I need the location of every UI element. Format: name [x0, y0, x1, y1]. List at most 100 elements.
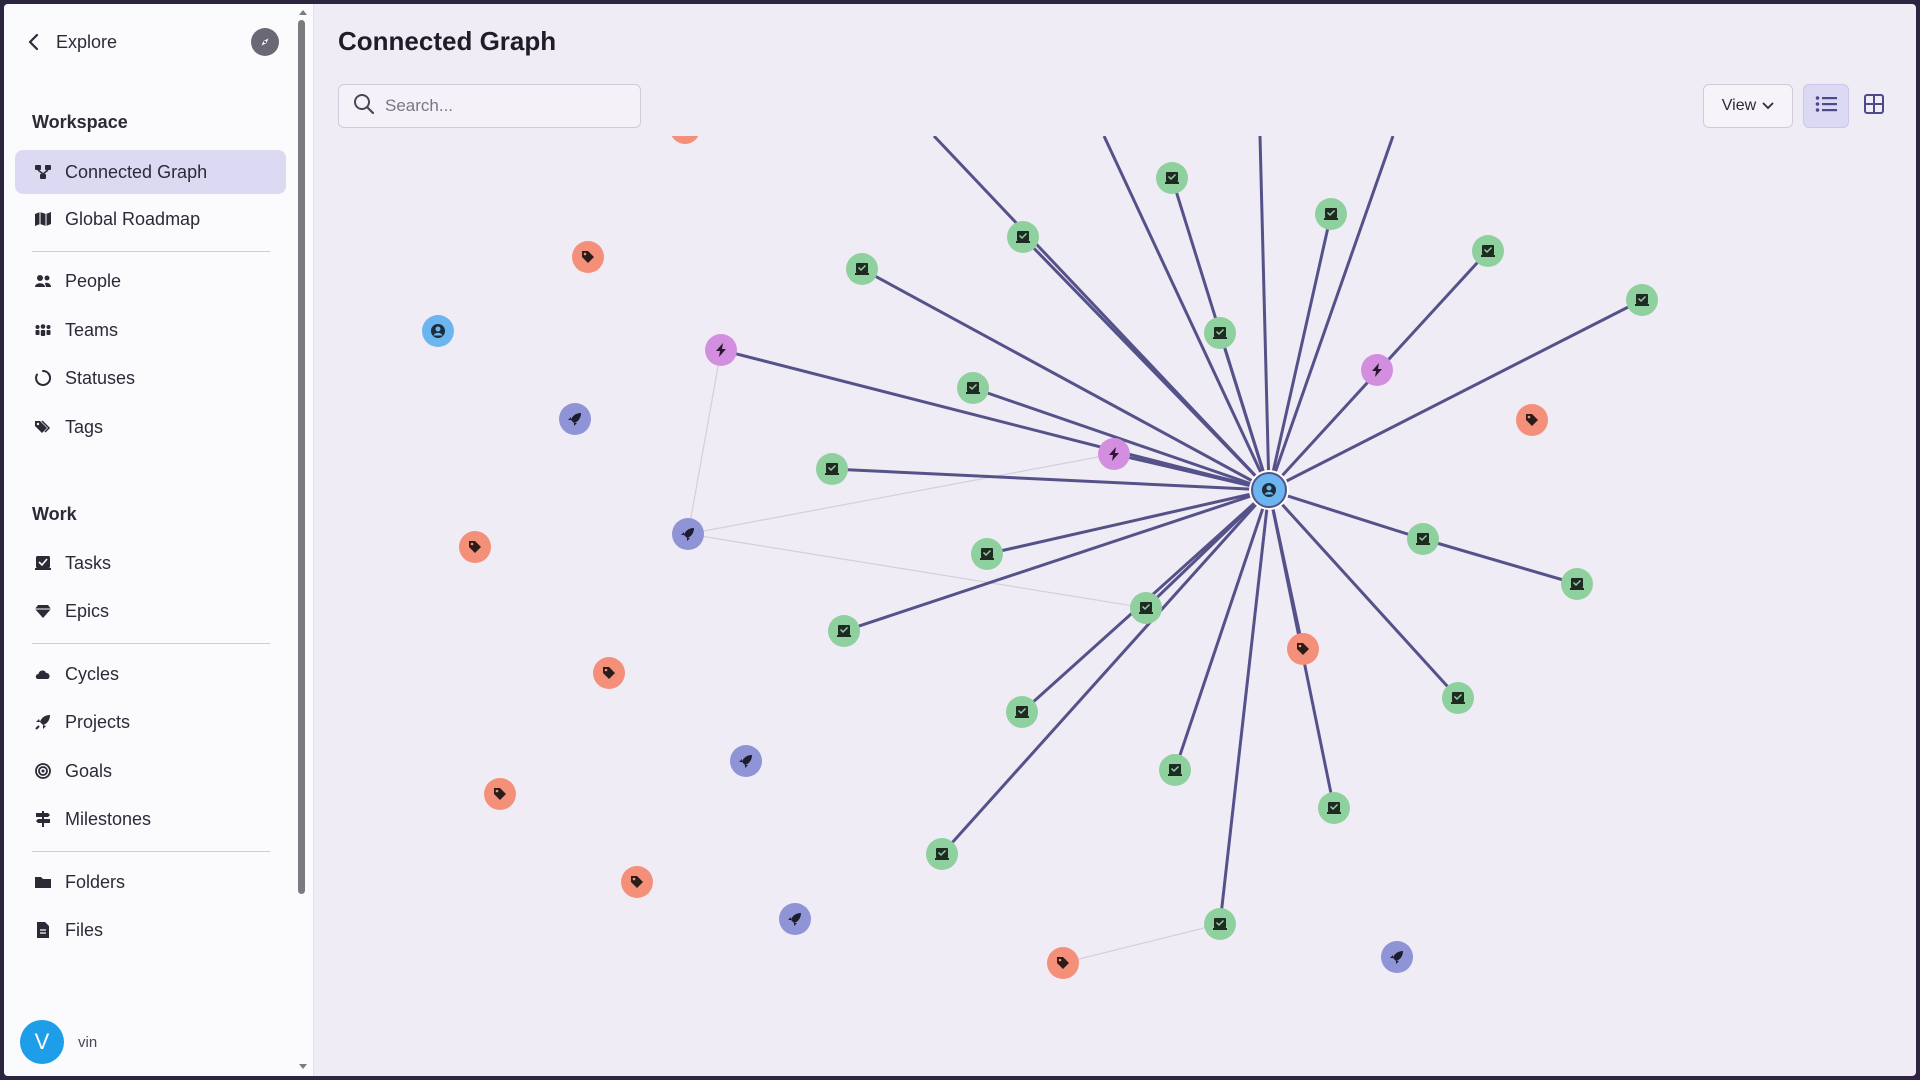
task-node[interactable] [1626, 284, 1658, 316]
sidebar-item-label: Global Roadmap [65, 208, 201, 229]
task-node[interactable] [1472, 235, 1504, 267]
sidebar-item-folders[interactable]: Folders [15, 860, 286, 904]
page-title: Connected Graph [338, 26, 557, 56]
view-button-label: View [1721, 97, 1757, 114]
view-button[interactable]: View [1703, 84, 1793, 128]
tag-node[interactable] [593, 657, 625, 689]
sidebar-item-label: Statuses [65, 367, 136, 388]
sidebar-scrollbar-thumb[interactable] [298, 20, 305, 894]
sidebar-item-global-roadmap[interactable]: Global Roadmap [15, 197, 286, 241]
sidebar-item-label: Tags [65, 416, 104, 437]
task-node[interactable] [1204, 317, 1236, 349]
task-node[interactable] [1130, 592, 1162, 624]
task-node[interactable] [816, 453, 848, 485]
tags-icon [33, 417, 53, 437]
list-icon [1815, 95, 1837, 118]
sidebar-item-goals[interactable]: Goals [15, 749, 286, 793]
user-profile[interactable]: V vin [20, 1020, 97, 1064]
sidebar-divider [32, 851, 270, 852]
grid-icon [1864, 93, 1884, 119]
tag-node[interactable] [459, 531, 491, 563]
task-node[interactable] [957, 372, 989, 404]
search-box[interactable] [338, 84, 641, 128]
task-node[interactable] [1561, 568, 1593, 600]
task-node[interactable] [1315, 198, 1347, 230]
signpost-icon [33, 809, 53, 829]
hub-person-node[interactable] [1249, 470, 1289, 510]
task-node[interactable] [1204, 908, 1236, 940]
gem-icon [33, 601, 53, 621]
tag-node[interactable] [621, 866, 653, 898]
sidebar-item-label: Teams [65, 319, 119, 340]
sidebar-item-cycles[interactable]: Cycles [15, 652, 286, 696]
sidebar-item-files[interactable]: Files [15, 908, 286, 952]
task-node[interactable] [846, 253, 878, 285]
task-node[interactable] [1407, 523, 1439, 555]
cloud-icon [33, 664, 53, 684]
chevron-left-icon[interactable] [24, 32, 44, 52]
people-icon [33, 271, 53, 291]
sidebar-item-tags[interactable]: Tags [15, 405, 286, 449]
tag-node[interactable] [670, 136, 700, 144]
compass-icon[interactable] [251, 28, 279, 56]
task-node[interactable] [971, 538, 1003, 570]
epic-node[interactable] [1361, 354, 1393, 386]
sidebar-item-label: Tasks [65, 552, 112, 573]
project-node[interactable] [672, 518, 704, 550]
sidebar-item-statuses[interactable]: Statuses [15, 356, 286, 400]
task-node[interactable] [926, 838, 958, 870]
scroll-up-arrow[interactable] [299, 10, 307, 15]
target-icon [33, 761, 53, 781]
faint-edges [687, 349, 1221, 964]
sidebar-item-epics[interactable]: Epics [15, 589, 286, 633]
grid-view-toggle[interactable] [1854, 84, 1894, 128]
app-window: Explore Workspace Connected Graph Global… [4, 4, 1916, 1076]
sidebar-item-label: Projects [65, 711, 131, 732]
task-node[interactable] [1159, 754, 1191, 786]
task-node[interactable] [1156, 162, 1188, 194]
tag-node[interactable] [1287, 633, 1319, 665]
graph-canvas[interactable] [315, 136, 1916, 1076]
sidebar-item-people[interactable]: People [15, 259, 286, 303]
person-node[interactable] [422, 315, 454, 347]
sidebar-item-teams[interactable]: Teams [15, 308, 286, 352]
epic-node[interactable] [705, 334, 737, 366]
tag-node[interactable] [1516, 404, 1548, 436]
project-node[interactable] [1381, 941, 1413, 973]
scroll-down-arrow[interactable] [299, 1064, 307, 1069]
teams-icon [33, 320, 53, 340]
section-title-workspace: Workspace [32, 112, 128, 132]
graph-nodes[interactable] [422, 136, 1658, 979]
tag-node[interactable] [1047, 947, 1079, 979]
task-node[interactable] [1318, 792, 1350, 824]
task-node[interactable] [828, 615, 860, 647]
list-view-toggle[interactable] [1803, 84, 1849, 128]
rocket-icon [33, 712, 53, 732]
avatar[interactable]: V [20, 1020, 64, 1064]
sidebar-item-projects[interactable]: Projects [15, 700, 286, 744]
task-node[interactable] [1007, 221, 1039, 253]
task-node[interactable] [1006, 696, 1038, 728]
user-name: vin [78, 1033, 98, 1051]
project-node[interactable] [779, 903, 811, 935]
tag-node[interactable] [484, 778, 516, 810]
sidebar-title[interactable]: Explore [56, 32, 117, 53]
file-icon [33, 920, 53, 940]
sidebar-divider [32, 251, 270, 252]
sidebar-item-connected-graph[interactable]: Connected Graph [15, 150, 286, 194]
map-icon [33, 209, 53, 229]
search-input[interactable] [385, 96, 625, 116]
project-node[interactable] [730, 745, 762, 777]
project-node[interactable] [559, 403, 591, 435]
sidebar-item-label: Cycles [65, 663, 120, 684]
epic-node[interactable] [1098, 438, 1130, 470]
tag-node[interactable] [572, 241, 604, 273]
section-title-work: Work [32, 504, 77, 524]
graph-icon [33, 162, 53, 182]
chevron-down-icon [1762, 97, 1774, 115]
task-node[interactable] [1442, 682, 1474, 714]
sidebar-item-milestones[interactable]: Milestones [15, 797, 286, 841]
sidebar-item-label: Folders [65, 871, 126, 892]
sidebar-item-tasks[interactable]: Tasks [15, 541, 286, 585]
folder-icon [33, 872, 53, 892]
